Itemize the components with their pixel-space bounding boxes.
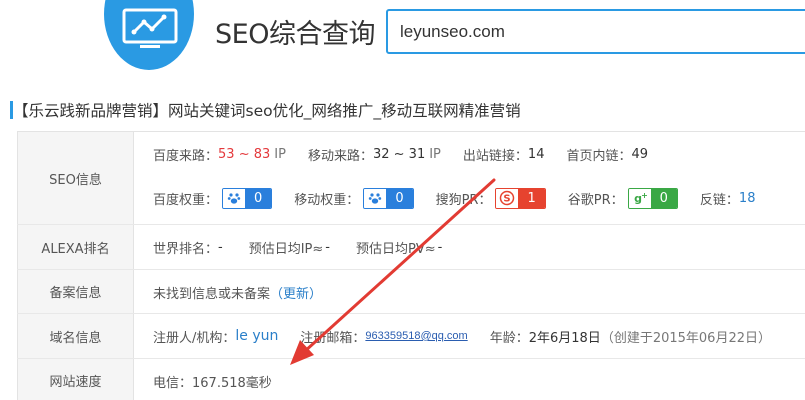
- google-pr-label: 谷歌PR：: [567, 192, 624, 208]
- mobile-weight-badge[interactable]: 0: [363, 187, 414, 209]
- inbound-links: 首页内链： 49: [566, 145, 648, 164]
- daily-ip-value: -: [325, 239, 330, 255]
- inbound-links-label: 首页内链：: [566, 148, 632, 164]
- domain-input[interactable]: leyunseo.com: [386, 9, 805, 54]
- site-title: 【乐云践新品牌营销】网站关键词seo优化_网络推广_移动互联网精准营销: [10, 99, 521, 121]
- created-date: （创建于2015年06月22日）: [600, 330, 771, 346]
- site-title-text: 网站关键词seo优化_网络推广_移动互联网精准营销: [168, 102, 521, 120]
- mobile-traffic: 移动来路： 32 ~ 31 IP: [308, 145, 441, 164]
- registrant: 注册人/机构： le yun: [153, 327, 278, 346]
- alexa-line: 世界排名： - 预估日均IP≈ - 预估日均PV≈ -: [153, 225, 805, 269]
- baidu-traffic: 百度来路： 53 ~ 83 IP: [153, 145, 286, 164]
- google-pr-badge[interactable]: g + 0: [627, 187, 678, 209]
- sogou-pr: 搜狗PR： S 1: [435, 187, 546, 209]
- daily-pv-label: 预估日均PV≈: [356, 241, 436, 257]
- age-label: 年龄：: [489, 330, 529, 346]
- app-title: SEO综合查询: [215, 19, 375, 50]
- baidu-weight-badge[interactable]: 0: [222, 187, 273, 209]
- age-value: 2年6月18日: [528, 330, 601, 346]
- svg-text:S: S: [504, 194, 511, 205]
- baidu-weight: 百度权重： 0: [153, 187, 273, 209]
- world-rank-value: -: [218, 239, 223, 255]
- daily-ip: 预估日均IP≈ -: [249, 238, 330, 257]
- mobile-traffic-label: 移动来路：: [307, 148, 373, 164]
- info-table: SEO信息 百度来路： 53 ~ 83 IP 移动来路： 32 ~ 31 IP …: [17, 131, 805, 400]
- site-title-bracket: 【乐云践新品牌营销】: [13, 102, 169, 120]
- backlinks: 反链： 18: [700, 189, 756, 208]
- speed-row: 网站速度 电信：167.518毫秒: [17, 359, 805, 400]
- registrant-email: 注册邮箱： 963359518@qq.com: [300, 327, 467, 346]
- world-rank: 世界排名： -: [153, 238, 223, 257]
- baidu-paw-icon: [223, 188, 246, 208]
- seo-info-label: SEO信息: [17, 132, 134, 224]
- mobile-weight-label: 移动权重：: [294, 192, 360, 208]
- baidu-traffic-value[interactable]: 53 ~ 83: [218, 147, 270, 162]
- email-label: 注册邮箱：: [300, 330, 366, 346]
- google-pr: 谷歌PR： g + 0: [567, 187, 678, 209]
- daily-pv-value: -: [437, 239, 443, 255]
- svg-text:+: +: [641, 191, 648, 200]
- sogou-pr-label: 搜狗PR：: [435, 192, 492, 208]
- sogou-pr-value: 1: [518, 188, 545, 208]
- baidu-weight-label: 百度权重：: [153, 192, 219, 208]
- outbound-links: 出站链接： 14: [463, 145, 545, 164]
- registrant-value[interactable]: le yun: [235, 328, 278, 344]
- domain-label: 域名信息: [17, 314, 134, 358]
- speed-value: 电信：167.518毫秒: [153, 375, 272, 391]
- backlinks-label: 反链：: [699, 192, 739, 208]
- domain-age: 年龄： 2年6月18日 （创建于2015年06月22日）: [490, 327, 771, 346]
- domain-line: 注册人/机构： le yun 注册邮箱： 963359518@qq.com 年龄…: [153, 314, 805, 358]
- speed-line: 电信：167.518毫秒: [153, 359, 805, 400]
- alexa-content: 世界排名： - 预估日均IP≈ - 预估日均PV≈ -: [153, 225, 805, 269]
- icp-line: 未找到信息或未备案 （更新）: [153, 270, 805, 314]
- monitor-chart-icon: [122, 8, 178, 48]
- seo-info-row: SEO信息 百度来路： 53 ~ 83 IP 移动来路： 32 ~ 31 IP …: [17, 132, 805, 225]
- logo: [104, 0, 194, 70]
- baidu-weight-value: 0: [245, 188, 272, 208]
- daily-pv: 预估日均PV≈ -: [356, 238, 442, 257]
- baidu-traffic-label: 百度来路：: [153, 148, 219, 164]
- outbound-links-label: 出站链接：: [462, 148, 528, 164]
- seo-line-1: 百度来路： 53 ~ 83 IP 移动来路： 32 ~ 31 IP 出站链接： …: [153, 132, 805, 176]
- icp-row: 备案信息 未找到信息或未备案 （更新）: [17, 270, 805, 314]
- mobile-traffic-unit: IP: [429, 146, 441, 162]
- email-link[interactable]: 963359518@qq.com: [365, 330, 467, 342]
- mobile-weight-value: 0: [386, 188, 413, 208]
- daily-ip-label: 预估日均IP≈: [248, 241, 324, 257]
- speed-label: 网站速度: [17, 359, 134, 400]
- icp-update-link[interactable]: （更新）: [270, 283, 322, 302]
- baidu-paw-icon: [364, 188, 387, 208]
- icp-label: 备案信息: [17, 270, 134, 313]
- inbound-links-value[interactable]: 49: [631, 147, 648, 162]
- seo-info-content: 百度来路： 53 ~ 83 IP 移动来路： 32 ~ 31 IP 出站链接： …: [153, 132, 805, 220]
- icp-text: 未找到信息或未备案: [153, 286, 271, 302]
- alexa-label: ALEXA排名: [17, 225, 134, 269]
- baidu-traffic-unit: IP: [274, 146, 286, 162]
- domain-content: 注册人/机构： le yun 注册邮箱： 963359518@qq.com 年龄…: [153, 314, 805, 358]
- outbound-links-value[interactable]: 14: [528, 147, 545, 162]
- seo-line-2: 百度权重： 0 移动权重： 0 搜狗PR： S 1 谷歌PR： g + 0 反链…: [153, 176, 805, 220]
- mobile-traffic-value[interactable]: 32 ~ 31: [373, 147, 425, 162]
- mobile-weight: 移动权重： 0: [294, 187, 414, 209]
- alexa-row: ALEXA排名 世界排名： - 预估日均IP≈ - 预估日均PV≈ -: [17, 225, 805, 270]
- registrant-label: 注册人/机构：: [153, 330, 236, 346]
- world-rank-label: 世界排名：: [153, 241, 219, 257]
- google-pr-value: 0: [650, 188, 677, 208]
- sogou-s-icon: S: [496, 188, 519, 208]
- domain-row: 域名信息 注册人/机构： le yun 注册邮箱： 963359518@qq.c…: [17, 314, 805, 359]
- icp-content: 未找到信息或未备案 （更新）: [153, 270, 805, 314]
- google-plus-icon: g +: [628, 188, 651, 208]
- sogou-pr-badge[interactable]: S 1: [495, 187, 546, 209]
- backlinks-value[interactable]: 18: [739, 191, 756, 206]
- speed-content: 电信：167.518毫秒: [153, 359, 805, 400]
